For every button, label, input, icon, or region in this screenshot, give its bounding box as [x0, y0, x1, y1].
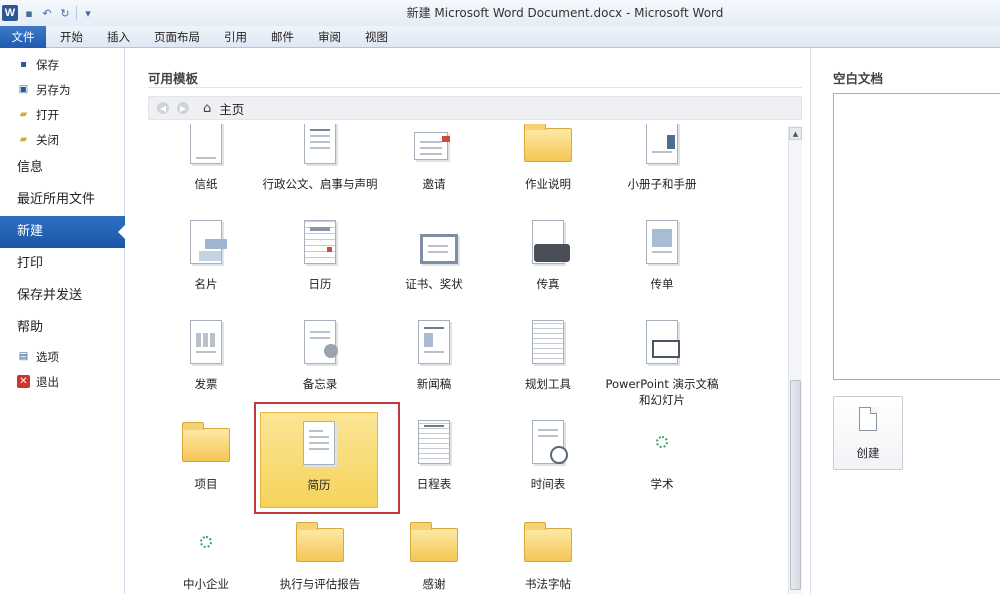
nav-save-send[interactable]: 保存并发送 [0, 280, 124, 312]
folder-icon [518, 518, 578, 574]
backstage-nav: ▪ 保存 ▣ 另存为 ▰ 打开 ▰ 关闭 信息 最近所用文件 新建 打印 保存并… [0, 48, 126, 594]
brochure-icon [632, 124, 692, 174]
window-title: 新建 Microsoft Word Document.docx - Micros… [406, 6, 724, 20]
loading-icon [176, 518, 236, 574]
breadcrumb-home[interactable]: 主页 [219, 99, 244, 118]
tab-references[interactable]: 引用 [212, 26, 259, 48]
nav-info[interactable]: 信息 [0, 152, 124, 184]
tab-home[interactable]: 开始 [48, 26, 95, 48]
close-folder-icon: ▰ [19, 134, 28, 145]
template-business-card[interactable]: 名片 [148, 218, 264, 314]
nav-help[interactable]: 帮助 [0, 312, 124, 344]
tab-insert[interactable]: 插入 [95, 26, 142, 48]
save-as-icon: ▣ [18, 84, 29, 95]
template-news[interactable]: 新闻稿 [376, 318, 492, 414]
blank-document-preview [833, 93, 1000, 380]
scroll-up-icon[interactable]: ▲ [789, 127, 802, 140]
nav-open[interactable]: ▰ 打开 [0, 102, 124, 127]
template-calendar[interactable]: 日历 [262, 218, 378, 314]
calendar-icon [290, 218, 350, 274]
template-small-business[interactable]: 中小企业 [148, 518, 264, 594]
tab-page-layout[interactable]: 页面布局 [142, 26, 212, 48]
folder-icon [518, 124, 578, 174]
title-bar: W ▪ ↶ ↻ ▾ 新建 Microsoft Word Document.doc… [0, 0, 1000, 26]
folder-icon [176, 418, 236, 474]
nav-save[interactable]: ▪ 保存 [0, 52, 124, 77]
nav-new[interactable]: 新建 [0, 216, 126, 248]
tab-view[interactable]: 视图 [353, 26, 400, 48]
template-certificate[interactable]: 证书、奖状 [376, 218, 492, 314]
template-reports[interactable]: 执行与评估报告 [262, 518, 378, 594]
nav-close[interactable]: ▰ 关闭 [0, 127, 124, 152]
template-flyer[interactable]: 传单 [604, 218, 720, 314]
template-stationery[interactable]: 信纸 [148, 124, 264, 214]
home-icon[interactable]: ⌂ [203, 101, 211, 116]
fax-icon [518, 218, 578, 274]
template-calligraphy[interactable]: 书法字帖 [490, 518, 606, 594]
tab-mailings[interactable]: 邮件 [259, 26, 306, 48]
nav-options[interactable]: ▤ 选项 [0, 344, 124, 369]
flyer-icon [632, 218, 692, 274]
invitation-icon [404, 124, 464, 174]
schedule-icon [404, 418, 464, 474]
news-icon [404, 318, 464, 374]
powerpoint-icon [632, 318, 692, 374]
back-arrow-icon[interactable]: ◀ [157, 102, 169, 114]
breadcrumb: ◀ ▶ ⌂ 主页 [148, 96, 802, 120]
tab-file[interactable]: 文件 [0, 26, 46, 48]
nav-print[interactable]: 打印 [0, 248, 124, 280]
section-title: 可用模板 [148, 71, 199, 86]
nav-exit[interactable]: ✕ 退出 [0, 369, 124, 394]
certificate-icon [404, 218, 464, 274]
template-timesheet[interactable]: 时间表 [490, 418, 606, 514]
business-card-icon [176, 218, 236, 274]
nav-save-as[interactable]: ▣ 另存为 [0, 77, 124, 102]
ribbon-tabs: 文件 开始 插入 页面布局 引用 邮件 审阅 视图 [0, 26, 1000, 48]
templates-panel: 可用模板 ◀ ▶ ⌂ 主页 信纸 行政公文、启事与声明 邀请 作业说明 小册子和… [126, 48, 810, 594]
template-brochure[interactable]: 小册子和手册 [604, 124, 720, 214]
template-work-instructions[interactable]: 作业说明 [490, 124, 606, 214]
nav-recent[interactable]: 最近所用文件 [0, 184, 124, 216]
preview-title: 空白文档 [833, 71, 884, 86]
save-icon: ▪ [20, 59, 27, 70]
timesheet-icon [518, 418, 578, 474]
tab-review[interactable]: 审阅 [306, 26, 353, 48]
template-powerpoint[interactable]: PowerPoint 演示文稿和幻灯片 [604, 318, 720, 414]
template-planner[interactable]: 规划工具 [490, 318, 606, 414]
folder-icon [290, 518, 350, 574]
loading-icon [632, 418, 692, 474]
template-schedule[interactable]: 日程表 [376, 418, 492, 514]
folder-icon [404, 518, 464, 574]
preview-pane: 空白文档 创建 [810, 48, 1000, 594]
scroll-thumb[interactable] [790, 380, 801, 590]
template-fax[interactable]: 传真 [490, 218, 606, 314]
template-official-doc[interactable]: 行政公文、启事与声明 [262, 124, 378, 214]
template-invitation[interactable]: 邀请 [376, 124, 492, 214]
options-icon: ▤ [18, 351, 29, 362]
create-button[interactable]: 创建 [833, 396, 903, 470]
open-folder-icon: ▰ [19, 109, 28, 120]
template-thanks[interactable]: 感谢 [376, 518, 492, 594]
planner-icon [518, 318, 578, 374]
template-academic[interactable]: 学术 [604, 418, 720, 514]
stationery-icon [176, 124, 236, 174]
blank-page-icon [859, 407, 877, 431]
templates-grid: 信纸 行政公文、启事与声明 邀请 作业说明 小册子和手册 名片 日历 证书、奖状… [126, 124, 790, 594]
forward-arrow-icon[interactable]: ▶ [177, 102, 189, 114]
invoice-icon [176, 318, 236, 374]
official-doc-icon [290, 124, 350, 174]
memo-icon [290, 318, 350, 374]
exit-icon: ✕ [17, 375, 30, 388]
template-memo[interactable]: 备忘录 [262, 318, 378, 414]
template-project[interactable]: 项目 [148, 418, 264, 514]
template-invoice[interactable]: 发票 [148, 318, 264, 414]
templates-scrollbar[interactable]: ▲ [788, 126, 802, 594]
